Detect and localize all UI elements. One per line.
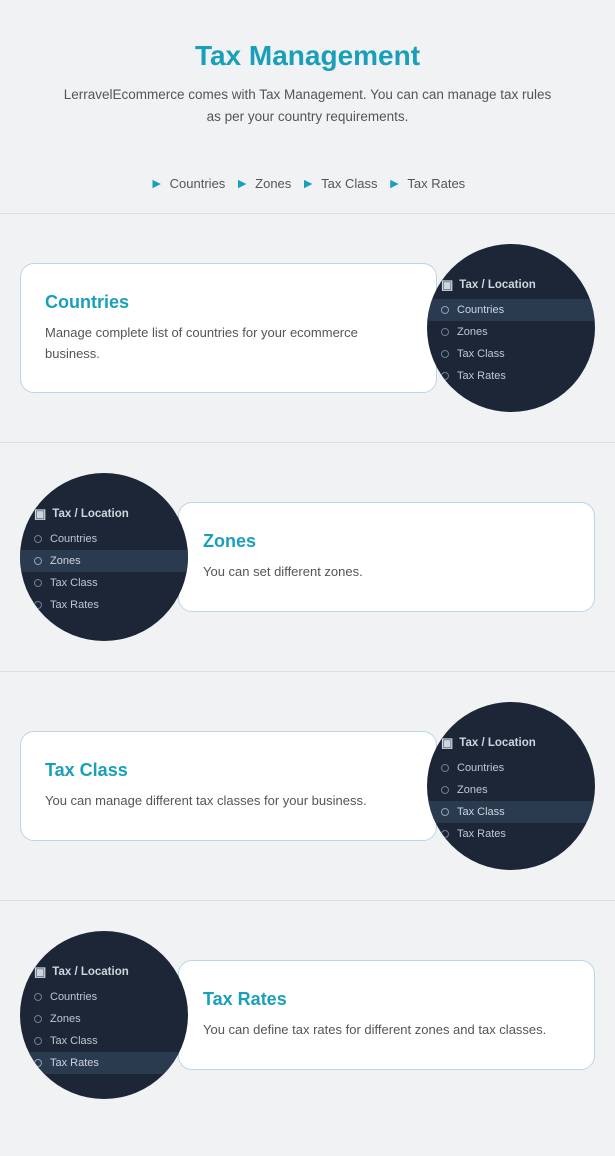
step-label: Tax Rates (407, 176, 465, 191)
menu-item-label: Tax Rates (457, 828, 506, 840)
menu-item-zones[interactable]: Zones (427, 321, 595, 343)
camera-icon: ▣ (34, 506, 46, 522)
menu-item-label: Zones (50, 1013, 81, 1025)
section-description: You can define tax rates for different z… (203, 1020, 566, 1041)
menu-item-label: Tax Class (457, 348, 505, 360)
menu-dot (441, 764, 449, 772)
menu-dot (34, 557, 42, 565)
section-zones: ▣ Tax / Location Countries Zones Tax Cla… (0, 442, 615, 671)
menu-dot (441, 808, 449, 816)
camera-icon: ▣ (441, 735, 453, 751)
step-item-zones[interactable]: ► Zones (235, 175, 291, 191)
camera-icon: ▣ (441, 277, 453, 293)
page-header: Tax Management LerravelEcommerce comes w… (0, 0, 615, 157)
section-title: Tax Rates (203, 989, 566, 1010)
menu-dot (34, 1037, 42, 1045)
menu-item-label: Tax Rates (50, 599, 99, 611)
menu-item-tax-rates[interactable]: Tax Rates (427, 823, 595, 845)
menu-dot (441, 786, 449, 794)
menu-dot (441, 328, 449, 336)
menu-item-countries[interactable]: Countries (427, 299, 595, 321)
menu-circle-zones: ▣ Tax / Location Countries Zones Tax Cla… (20, 473, 188, 641)
text-card-tax-rates: Tax Rates You can define tax rates for d… (178, 960, 595, 1070)
step-item-countries[interactable]: ► Countries (150, 175, 226, 191)
page-description: LerravelEcommerce comes with Tax Managem… (60, 84, 555, 127)
menu-item-countries[interactable]: Countries (20, 528, 188, 550)
text-card-zones: Zones You can set different zones. (178, 502, 595, 612)
step-arrow: ► (301, 175, 315, 191)
page-title: Tax Management (60, 40, 555, 72)
section-title: Tax Class (45, 760, 408, 781)
menu-item-label: Zones (50, 555, 81, 567)
menu-circle-tax-rates: ▣ Tax / Location Countries Zones Tax Cla… (20, 931, 188, 1099)
menu-dot (34, 535, 42, 543)
step-label: Countries (170, 176, 226, 191)
menu-dot (441, 372, 449, 380)
menu-item-label: Countries (50, 533, 97, 545)
menu-dot (34, 601, 42, 609)
menu-dot (441, 306, 449, 314)
menu-item-zones[interactable]: Zones (20, 1008, 188, 1030)
section-tax-rates: ▣ Tax / Location Countries Zones Tax Cla… (0, 900, 615, 1129)
menu-header: ▣ Tax / Location (427, 269, 595, 299)
menu-item-label: Tax Class (50, 1035, 98, 1047)
menu-item-tax-class[interactable]: Tax Class (427, 343, 595, 365)
step-arrow: ► (150, 175, 164, 191)
menu-item-tax-rates[interactable]: Tax Rates (20, 594, 188, 616)
section-tax-class: Tax Class You can manage different tax c… (0, 671, 615, 900)
section-countries: Countries Manage complete list of countr… (0, 213, 615, 442)
section-title: Zones (203, 531, 566, 552)
menu-circle-countries: ▣ Tax / Location Countries Zones Tax Cla… (427, 244, 595, 412)
menu-header: ▣ Tax / Location (20, 498, 188, 528)
menu-dot (34, 579, 42, 587)
menu-item-label: Countries (50, 991, 97, 1003)
menu-dot (441, 350, 449, 358)
menu-item-label: Countries (457, 762, 504, 774)
menu-item-countries[interactable]: Countries (20, 986, 188, 1008)
menu-circle-tax-class: ▣ Tax / Location Countries Zones Tax Cla… (427, 702, 595, 870)
menu-header-label: Tax / Location (459, 737, 535, 749)
menu-item-label: Tax Rates (50, 1057, 99, 1069)
menu-header-label: Tax / Location (52, 508, 128, 520)
steps-nav: ► Countries ► Zones ► Tax Class ► Tax Rates (0, 157, 615, 213)
menu-dot (34, 1059, 42, 1067)
menu-item-tax-class[interactable]: Tax Class (20, 1030, 188, 1052)
step-arrow: ► (235, 175, 249, 191)
menu-header-label: Tax / Location (459, 279, 535, 291)
menu-item-label: Tax Class (50, 577, 98, 589)
menu-header: ▣ Tax / Location (427, 727, 595, 757)
menu-item-label: Tax Class (457, 806, 505, 818)
menu-item-tax-class[interactable]: Tax Class (427, 801, 595, 823)
menu-item-label: Zones (457, 784, 488, 796)
menu-item-tax-rates[interactable]: Tax Rates (427, 365, 595, 387)
menu-dot (34, 993, 42, 1001)
section-description: You can set different zones. (203, 562, 566, 583)
text-card-tax-class: Tax Class You can manage different tax c… (20, 731, 437, 841)
section-description: Manage complete list of countries for yo… (45, 323, 408, 365)
menu-item-label: Countries (457, 304, 504, 316)
menu-item-label: Tax Rates (457, 370, 506, 382)
step-label: Zones (255, 176, 291, 191)
step-item-tax-rates[interactable]: ► Tax Rates (388, 175, 466, 191)
menu-item-tax-rates[interactable]: Tax Rates (20, 1052, 188, 1074)
menu-item-zones[interactable]: Zones (20, 550, 188, 572)
step-item-tax-class[interactable]: ► Tax Class (301, 175, 377, 191)
sections-container: Countries Manage complete list of countr… (0, 213, 615, 1129)
section-title: Countries (45, 292, 408, 313)
menu-header: ▣ Tax / Location (20, 956, 188, 986)
menu-item-tax-class[interactable]: Tax Class (20, 572, 188, 594)
camera-icon: ▣ (34, 964, 46, 980)
step-arrow: ► (388, 175, 402, 191)
step-label: Tax Class (321, 176, 377, 191)
menu-header-label: Tax / Location (52, 966, 128, 978)
menu-item-zones[interactable]: Zones (427, 779, 595, 801)
text-card-countries: Countries Manage complete list of countr… (20, 263, 437, 394)
section-description: You can manage different tax classes for… (45, 791, 408, 812)
menu-dot (34, 1015, 42, 1023)
menu-item-countries[interactable]: Countries (427, 757, 595, 779)
menu-dot (441, 830, 449, 838)
menu-item-label: Zones (457, 326, 488, 338)
